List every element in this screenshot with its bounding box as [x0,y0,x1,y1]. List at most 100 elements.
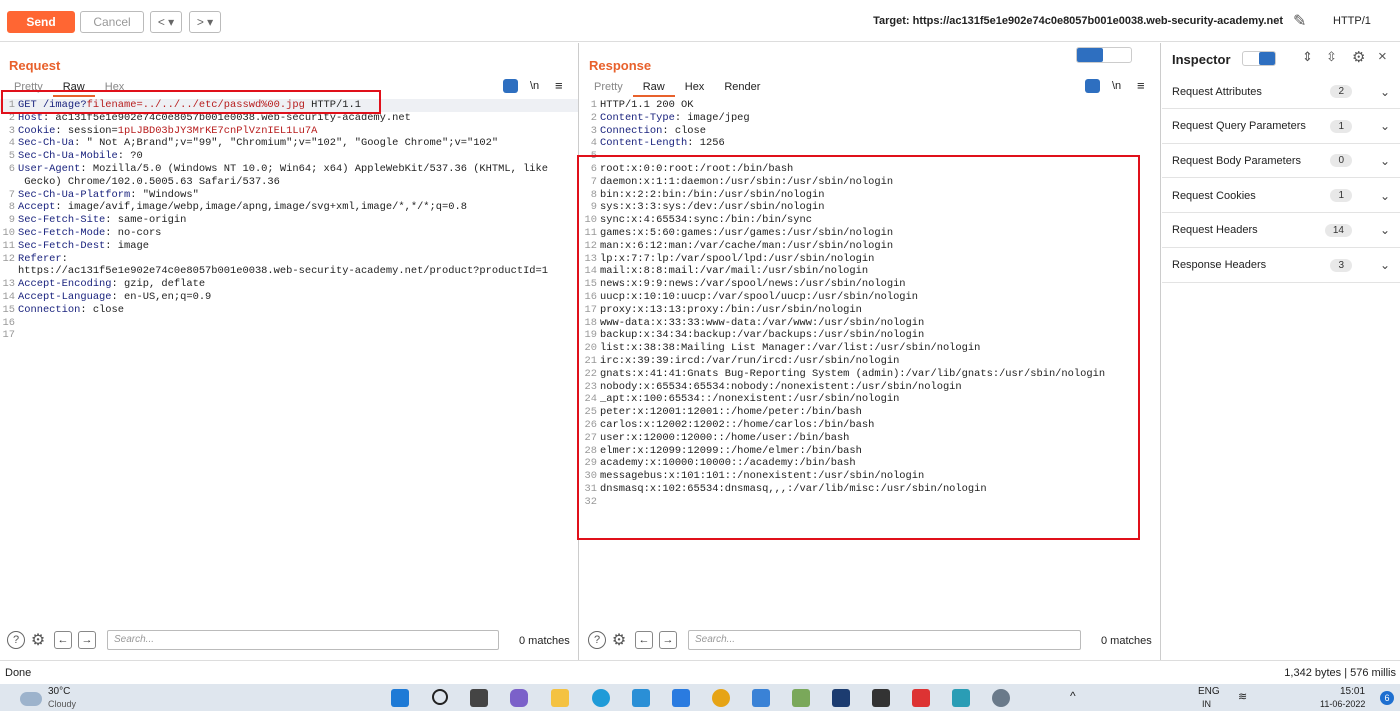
wrap-toggle-icon[interactable] [1085,79,1100,93]
line-number: 14 [2,290,15,303]
tray-chevron-icon[interactable]: ^ [1070,689,1076,703]
line-number: 16 [2,316,15,329]
clock-date[interactable]: 11-06-2022 [1320,699,1365,709]
start-windows-icon[interactable] [391,689,409,707]
chevron-down-icon[interactable]: ⌄ [1380,189,1390,203]
send-button[interactable]: Send [7,11,75,33]
search-icon[interactable] [432,689,448,705]
header-name: Content-Type [600,111,675,124]
target-label: Target: https://ac131f5e1e902e74c0e8057b… [873,15,1283,27]
request-editor[interactable]: 1 GET /image?filename=../../../etc/passwd… [0,99,578,620]
toolbar: Send Cancel < ▾ > ▾ Target: https://ac13… [0,0,1400,42]
search-input[interactable]: Search... [107,630,499,650]
inspector-section[interactable]: Request Headers 14 ⌄ [1162,214,1400,248]
section-label: Response Headers [1172,259,1267,271]
line-number: 1 [590,99,597,111]
header-value: : close [80,303,125,316]
inspector-layout-toggle[interactable] [1242,51,1276,66]
wrap-toggle-icon[interactable] [503,79,518,93]
chevron-down-icon[interactable]: ⌄ [1380,85,1390,99]
line-number: 10 [2,226,15,239]
expand-all-icon[interactable]: ⇕ [1302,49,1313,65]
newline-toggle[interactable]: \n [1112,80,1121,92]
notepad-icon[interactable] [752,689,770,707]
tab-pretty[interactable]: Pretty [584,79,633,97]
code-line: https://ac131f5e1e902e74c0e8057b001e0038… [0,265,578,278]
previous-match-button[interactable]: ← [54,631,72,649]
code-line: 15 Connection: close [0,304,578,317]
tab-hex[interactable]: Hex [675,79,715,97]
app-penguin-icon[interactable] [872,689,890,707]
count-badge: 14 [1324,223,1352,237]
collapse-all-icon[interactable]: ⇳ [1326,49,1337,65]
inspector-section[interactable]: Request Query Parameters 1 ⌄ [1162,110,1400,144]
app-icon[interactable] [792,689,810,707]
inspector-section[interactable]: Request Cookies 1 ⌄ [1162,179,1400,214]
inspector-section[interactable]: Request Body Parameters 0 ⌄ [1162,144,1400,179]
edge-icon[interactable] [592,689,610,707]
help-icon[interactable]: ? [588,631,606,649]
inspector-panel: Inspector ⇕ ⇳ ⚙ × Request Attributes 2 ⌄ Re… [1162,43,1400,660]
next-match-button[interactable]: → [659,631,677,649]
chevron-down-icon[interactable]: ⌄ [1380,154,1390,168]
cookie-value: 1pLJBD03bJY3MrKE7cnPlVznIEL1Lu7A [117,124,318,137]
newline-toggle[interactable]: \n [530,80,539,92]
header-value: : "Windows" [130,188,199,201]
header-name: Sec-Fetch-Mode [18,226,106,239]
request-panel: Request Pretty Raw Hex \n ≡ 1 GET /image?… [0,43,579,660]
cancel-button[interactable]: Cancel [80,11,144,33]
burp-icon[interactable] [952,689,970,707]
header-value: https://ac131f5e1e902e74c0e8057b001e0038… [18,265,549,278]
inspector-section[interactable]: Response Headers 3 ⌄ [1162,249,1400,283]
settings-gear-icon[interactable] [992,689,1010,707]
header-value: : ?0 [117,150,143,163]
file-explorer-icon[interactable] [551,689,569,707]
virtualbox-icon[interactable] [832,689,850,707]
chrome-icon[interactable] [712,689,730,707]
forward-button[interactable]: > ▾ [189,11,221,33]
protocol-label[interactable]: HTTP/1 [1333,15,1371,27]
edit-target-pencil-icon[interactable]: ✎ [1293,11,1306,31]
section-label: Request Body Parameters [1172,154,1302,167]
code-line: 16 [0,317,578,330]
header-name: Connection [18,303,81,316]
chevron-down-icon[interactable]: ⌄ [1380,223,1390,237]
previous-match-button[interactable]: ← [635,631,653,649]
teams-icon[interactable] [510,689,528,707]
app-l-icon[interactable] [672,689,690,707]
highlight-response-body [577,155,1140,540]
tab-render[interactable]: Render [714,79,770,97]
menu-icon[interactable]: ≡ [555,78,563,93]
weather-temp: 30°C [48,686,71,697]
next-match-button[interactable]: → [78,631,96,649]
language-indicator[interactable]: ENG [1198,686,1220,697]
inspector-section[interactable]: Request Attributes 2 ⌄ [1162,75,1400,109]
store-icon[interactable] [632,689,650,707]
close-icon[interactable]: × [1378,48,1387,65]
chevron-down-icon[interactable]: ⌄ [1380,119,1390,133]
menu-icon[interactable]: ≡ [1137,78,1145,93]
header-name: Connection [600,124,663,137]
code-line: 14 Accept-Language: en-US,en;q=0.9 [0,291,578,304]
wps-icon[interactable] [912,689,930,707]
highlight-request-line [1,90,381,114]
settings-gear-icon[interactable]: ⚙ [1352,48,1365,66]
line-number: 2 [590,111,597,124]
layout-toggle[interactable] [1076,47,1132,63]
back-button[interactable]: < ▾ [150,11,182,33]
settings-gear-icon[interactable]: ⚙ [610,631,628,649]
chevron-down-icon[interactable]: ⌄ [1380,258,1390,272]
taskbar: 30°C Cloudy ^ ENG IN ≋ 15:01 11-06-2022 … [0,684,1400,711]
header-name: Referer [18,252,62,265]
search-input[interactable]: Search... [688,630,1081,650]
help-icon[interactable]: ? [7,631,25,649]
clock-time[interactable]: 15:01 [1340,686,1365,697]
header-name: Sec-Ch-Ua-Platform [18,188,131,201]
header-value: : en-US,en;q=0.9 [111,290,212,303]
task-view-icon[interactable] [470,689,488,707]
wifi-icon[interactable]: ≋ [1238,690,1247,703]
settings-gear-icon[interactable]: ⚙ [29,631,47,649]
tab-raw[interactable]: Raw [632,79,675,97]
notification-badge[interactable]: 6 [1380,691,1394,705]
header-value: : image/jpeg [674,111,750,124]
